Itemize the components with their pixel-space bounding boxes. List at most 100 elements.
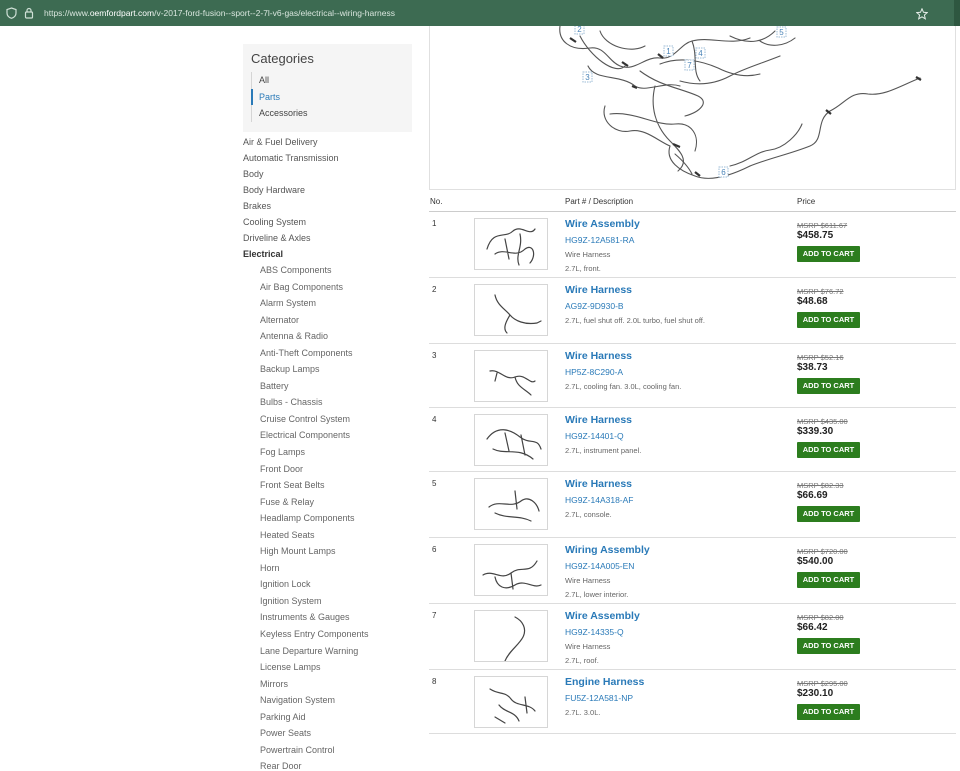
sidebar-subitem[interactable]: Fog Lamps xyxy=(243,444,413,461)
sidebar-subitem[interactable]: Alternator xyxy=(243,312,413,329)
part-description: 2.7L, fuel shut off. 2.0L turbo, fuel sh… xyxy=(565,316,705,325)
part-name-link[interactable]: Wire Harness xyxy=(565,414,632,426)
sidebar-subitem[interactable]: Horn xyxy=(243,560,413,577)
sidebar-subitem[interactable]: Backup Lamps xyxy=(243,361,413,378)
add-to-cart-button[interactable]: ADD TO CART xyxy=(797,246,860,262)
diagram-callout-1[interactable]: 1 xyxy=(663,45,674,57)
diagram-callout-5[interactable]: 5 xyxy=(776,26,787,38)
part-number-link[interactable]: HG9Z-14A005-EN xyxy=(565,561,634,571)
part-image-icon xyxy=(486,429,542,460)
sidebar-subitem[interactable]: Headlamp Components xyxy=(243,510,413,527)
sidebar-subitem[interactable]: Parking Aid xyxy=(243,709,413,726)
add-to-cart-button[interactable]: ADD TO CART xyxy=(797,506,860,522)
category-option-all[interactable]: All xyxy=(252,72,401,89)
msrp-price: MSRP $295.00 xyxy=(797,679,848,688)
sale-price: $48.68 xyxy=(797,296,828,307)
part-number-link[interactable]: HG9Z-14335-Q xyxy=(565,627,624,637)
sidebar-subitem[interactable]: Anti-Theft Components xyxy=(243,345,413,362)
part-thumbnail[interactable] xyxy=(474,284,548,336)
sidebar-subitem[interactable]: Instruments & Gauges xyxy=(243,609,413,626)
part-thumbnail[interactable] xyxy=(474,610,548,662)
sidebar-subitem[interactable]: Air Bag Components xyxy=(243,279,413,296)
add-to-cart-button[interactable]: ADD TO CART xyxy=(797,378,860,394)
sidebar-subitem[interactable]: Lane Departure Warning xyxy=(243,643,413,660)
sidebar-item[interactable]: Body xyxy=(243,166,413,182)
diagram-callout-7[interactable]: 7 xyxy=(684,59,695,71)
sidebar-subitem[interactable]: High Mount Lamps xyxy=(243,543,413,560)
sidebar-subitem[interactable]: Rear Door xyxy=(243,758,413,771)
sidebar-item[interactable]: Cooling System xyxy=(243,214,413,230)
part-number-link[interactable]: HG9Z-12A581-RA xyxy=(565,235,634,245)
sidebar-subitem[interactable]: Power Seats xyxy=(243,725,413,742)
sidebar-item-electrical[interactable]: Electrical xyxy=(243,246,413,262)
sidebar-subitem[interactable]: ABS Components xyxy=(243,262,413,279)
sidebar-subitem[interactable]: Alarm System xyxy=(243,295,413,312)
category-option-parts[interactable]: Parts xyxy=(251,88,401,106)
sidebar-subitem[interactable]: Mirrors xyxy=(243,676,413,693)
part-name-link[interactable]: Wire Assembly xyxy=(565,610,640,622)
sidebar-subitem[interactable]: Keyless Entry Components xyxy=(243,626,413,643)
svg-text:2: 2 xyxy=(577,26,582,34)
part-name-link[interactable]: Wire Assembly xyxy=(565,218,640,230)
sidebar-item[interactable]: Body Hardware xyxy=(243,182,413,198)
sidebar-subitem[interactable]: Bulbs - Chassis xyxy=(243,394,413,411)
part-name-link[interactable]: Wire Harness xyxy=(565,350,632,362)
add-to-cart-button[interactable]: ADD TO CART xyxy=(797,572,860,588)
add-to-cart-button[interactable]: ADD TO CART xyxy=(797,638,860,654)
sidebar-subitem[interactable]: Battery xyxy=(243,378,413,395)
part-image-icon xyxy=(494,294,542,334)
part-name-link[interactable]: Wiring Assembly xyxy=(565,544,650,556)
part-name-link[interactable]: Wire Harness xyxy=(565,478,632,490)
part-number-link[interactable]: HG9Z-14401-Q xyxy=(565,431,624,441)
add-to-cart-button[interactable]: ADD TO CART xyxy=(797,704,860,720)
msrp-price: MSRP $82.33 xyxy=(797,481,844,490)
row-number: 2 xyxy=(432,285,437,294)
sidebar-subitem[interactable]: Electrical Components xyxy=(243,427,413,444)
header-part: Part # / Description xyxy=(565,197,634,206)
lock-icon[interactable] xyxy=(24,7,36,19)
sidebar-item[interactable]: Brakes xyxy=(243,198,413,214)
sidebar-subitem[interactable]: Antenna & Radio xyxy=(243,328,413,345)
part-number-link[interactable]: AG9Z-9D930-B xyxy=(565,301,624,311)
diagram-callout-3[interactable]: 3 xyxy=(582,71,593,83)
part-image-icon xyxy=(488,490,540,522)
add-to-cart-button[interactable]: ADD TO CART xyxy=(797,312,860,328)
sidebar-subitem[interactable]: Powertrain Control xyxy=(243,742,413,759)
diagram-callout-4[interactable]: 4 xyxy=(695,47,706,59)
part-thumbnail[interactable] xyxy=(474,414,548,466)
part-name-link[interactable]: Engine Harness xyxy=(565,676,644,688)
sidebar-subitem[interactable]: Ignition Lock xyxy=(243,576,413,593)
part-thumbnail[interactable] xyxy=(474,218,548,270)
part-thumbnail[interactable] xyxy=(474,350,548,402)
sidebar-subitem[interactable]: Cruise Control System xyxy=(243,411,413,428)
part-thumbnail[interactable] xyxy=(474,676,548,728)
sidebar-subitem[interactable]: License Lamps xyxy=(243,659,413,676)
toolbar-edge xyxy=(954,0,960,26)
part-thumbnail[interactable] xyxy=(474,544,548,596)
sidebar-subitem[interactable]: Fuse & Relay xyxy=(243,494,413,511)
bookmark-star-icon[interactable] xyxy=(915,7,929,20)
part-number-link[interactable]: HG9Z-14A318-AF xyxy=(565,495,634,505)
shield-icon[interactable] xyxy=(6,7,18,19)
sidebar-item[interactable]: Automatic Transmission xyxy=(243,150,413,166)
part-thumbnail[interactable] xyxy=(474,478,548,530)
part-name-link[interactable]: Wire Harness xyxy=(565,284,632,296)
sidebar-subitem[interactable]: Front Seat Belts xyxy=(243,477,413,494)
sidebar-subitem[interactable]: Navigation System xyxy=(243,692,413,709)
diagram-callout-2[interactable]: 2 xyxy=(574,26,585,35)
sidebar-subitem[interactable]: Front Door xyxy=(243,461,413,478)
svg-text:1: 1 xyxy=(666,47,671,56)
sidebar-subitem[interactable]: Ignition System xyxy=(243,593,413,610)
add-to-cart-button[interactable]: ADD TO CART xyxy=(797,442,860,458)
sidebar-item[interactable]: Driveline & Axles xyxy=(243,230,413,246)
row-number: 7 xyxy=(432,611,437,620)
table-row: 2 Wire Harness AG9Z-9D930-B 2.7L, fuel shut… xyxy=(429,278,956,344)
diagram-callout-6[interactable]: 6 xyxy=(718,166,729,178)
url-text[interactable]: https://www.oemfordpart.com/v-2017-ford-… xyxy=(44,8,395,18)
sidebar-item[interactable]: Air & Fuel Delivery xyxy=(243,134,413,150)
parts-diagram[interactable]: 1 2 3 4 5 6 7 xyxy=(429,26,956,190)
part-number-link[interactable]: HP5Z-8C290-A xyxy=(565,367,623,377)
category-option-accessories[interactable]: Accessories xyxy=(252,105,401,122)
sidebar-subitem[interactable]: Heated Seats xyxy=(243,527,413,544)
part-number-link[interactable]: FU5Z-12A581-NP xyxy=(565,693,633,703)
